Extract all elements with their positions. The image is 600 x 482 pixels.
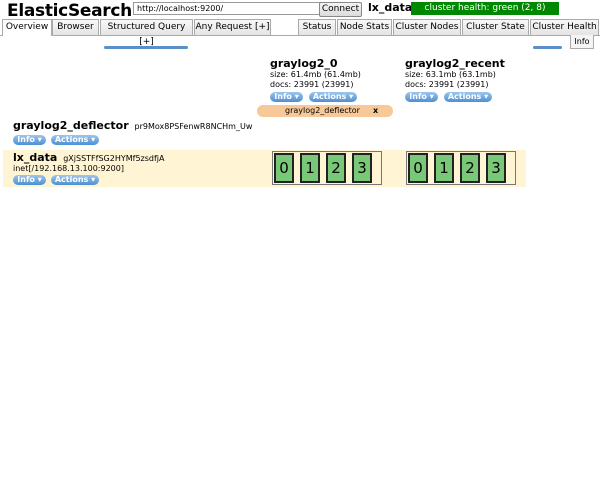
index-info-button[interactable]: Info ▾ bbox=[270, 92, 303, 102]
app-title: ElasticSearch bbox=[7, 1, 132, 21]
index-size: size: 63.1mb (63.1mb) bbox=[405, 70, 496, 79]
shard-box[interactable]: 3 bbox=[352, 153, 372, 183]
node-info-button[interactable]: Info ▾ bbox=[13, 175, 46, 185]
node-actions-button[interactable]: Actions ▾ bbox=[51, 175, 99, 185]
cluster-health-badge: cluster health: green (2, 8) bbox=[411, 2, 559, 15]
shard-box[interactable]: 2 bbox=[326, 153, 346, 183]
alias-row: graylog2_deflector pr9Mox8PSFenwR8NCHm_U… bbox=[13, 119, 252, 132]
index-actions-button[interactable]: Actions ▾ bbox=[444, 92, 492, 102]
info-tab[interactable]: Info bbox=[570, 35, 594, 49]
shard-box[interactable]: 0 bbox=[274, 153, 294, 183]
tab-status[interactable]: Status bbox=[298, 19, 336, 35]
index-info-button[interactable]: Info ▾ bbox=[405, 92, 438, 102]
alias-row-name: graylog2_deflector bbox=[13, 119, 129, 132]
node-address: inet[/192.168.13.100:9200] bbox=[13, 164, 124, 173]
alias-bar[interactable]: graylog2_deflector x bbox=[257, 105, 393, 117]
index-size: size: 61.4mb (61.4mb) bbox=[270, 70, 361, 79]
tab-scroll-indicator-right bbox=[533, 46, 562, 49]
alias-close-icon[interactable]: x bbox=[373, 105, 378, 117]
shard-box[interactable]: 2 bbox=[460, 153, 480, 183]
shard-box[interactable]: 0 bbox=[408, 153, 428, 183]
alias-row-id: pr9Mox8PSFenwR8NCHm_Uw bbox=[134, 122, 253, 131]
index-docs: docs: 23991 (23991) bbox=[270, 80, 354, 89]
alias-info-button[interactable]: Info ▾ bbox=[13, 135, 46, 145]
index-actions-button[interactable]: Actions ▾ bbox=[309, 92, 357, 102]
node-name: lx_data bbox=[13, 151, 58, 164]
tab-cluster-state[interactable]: Cluster State bbox=[462, 19, 529, 35]
cluster-name: lx_data bbox=[368, 1, 413, 14]
shard-box[interactable]: 1 bbox=[300, 153, 320, 183]
tab-overview[interactable]: Overview bbox=[2, 19, 52, 36]
tab-cluster-nodes[interactable]: Cluster Nodes bbox=[393, 19, 461, 35]
index-docs: docs: 23991 (23991) bbox=[405, 80, 489, 89]
tab-cluster-health[interactable]: Cluster Health bbox=[530, 19, 599, 35]
tab-scroll-indicator bbox=[104, 46, 188, 49]
connect-button[interactable]: Connect bbox=[319, 2, 362, 17]
tab-node-stats[interactable]: Node Stats bbox=[337, 19, 392, 35]
shard-box[interactable]: 1 bbox=[434, 153, 454, 183]
tab-structured-query[interactable]: Structured Query [+] bbox=[100, 19, 193, 47]
index-name-graylog2-0: graylog2_0 bbox=[270, 57, 338, 70]
alias-name: graylog2_deflector bbox=[285, 106, 360, 115]
url-input[interactable]: http://localhost:9200/ bbox=[133, 2, 322, 15]
index-name-graylog2-recent: graylog2_recent bbox=[405, 57, 505, 70]
alias-actions-button[interactable]: Actions ▾ bbox=[51, 135, 99, 145]
tab-any-request[interactable]: Any Request [+] bbox=[194, 19, 271, 35]
shard-box[interactable]: 3 bbox=[486, 153, 506, 183]
tab-browser[interactable]: Browser bbox=[52, 19, 99, 35]
node-header: lx_data gXjSSTFfSG2HYMf5zsdfjA bbox=[13, 151, 165, 164]
node-id: gXjSSTFfSG2HYMf5zsdfjA bbox=[63, 154, 165, 163]
